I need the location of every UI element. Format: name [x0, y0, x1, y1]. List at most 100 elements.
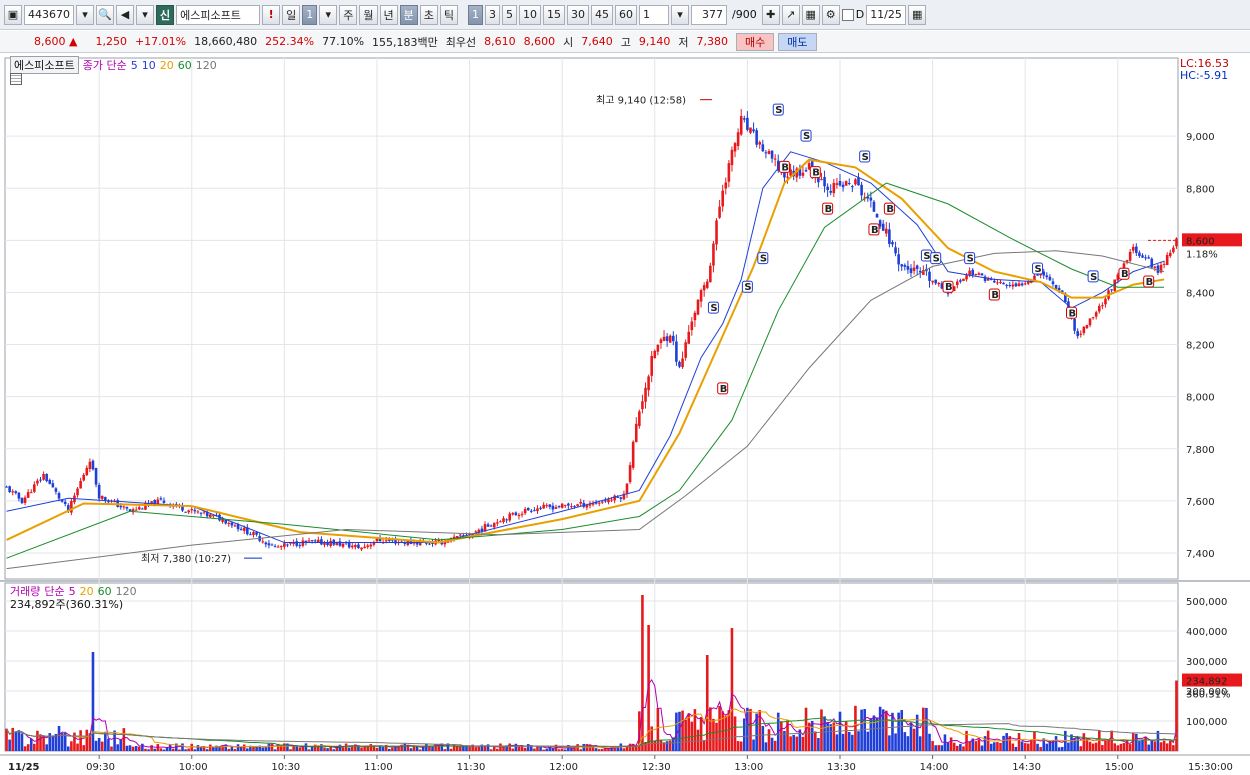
period-value[interactable]: 1 — [302, 4, 318, 25]
period-month-button[interactable]: 월 — [359, 4, 378, 25]
period-dropdown-icon[interactable]: ▾ — [319, 4, 338, 25]
volume-bar — [780, 721, 783, 751]
period-second-button[interactable]: 초 — [419, 4, 438, 25]
candle-body — [1172, 247, 1175, 253]
price-legend-name[interactable]: 에스피소프트 — [10, 56, 79, 74]
candle-body — [1165, 254, 1169, 266]
volume-bar — [761, 725, 765, 751]
window-icon[interactable]: ▣ — [4, 4, 22, 25]
volume-bar — [817, 738, 820, 751]
minute-option-10[interactable]: 10 — [519, 4, 541, 25]
minute-option-15[interactable]: 15 — [543, 4, 565, 25]
gear-icon[interactable]: ⚙ — [821, 4, 840, 25]
code-dropdown-icon[interactable]: ▾ — [76, 4, 94, 25]
candle-body — [39, 479, 42, 481]
signal-label: S — [1035, 264, 1042, 275]
candle-body — [187, 510, 190, 513]
volume-bar — [810, 720, 814, 751]
volume-bar — [641, 595, 644, 751]
custom-minute-dropdown-icon[interactable]: ▾ — [671, 4, 689, 25]
buy-button[interactable]: 매수 — [736, 32, 775, 51]
signal-label: B — [945, 282, 953, 293]
table-icon[interactable] — [10, 73, 22, 85]
candle-body — [499, 521, 502, 523]
volume-bar — [199, 747, 203, 751]
sell-button[interactable]: 매도 — [778, 32, 817, 51]
minute-option-30[interactable]: 30 — [567, 4, 589, 25]
candle-body — [702, 285, 706, 291]
bar-count-input[interactable]: 377 — [691, 4, 727, 25]
search-icon[interactable]: 🔍 — [96, 4, 114, 25]
candle-body — [659, 339, 663, 344]
minute-option-60[interactable]: 60 — [615, 4, 637, 25]
candle-body — [597, 502, 601, 504]
date-input[interactable]: 11/25 — [866, 4, 907, 25]
crosshair-icon[interactable]: ✚ — [761, 4, 780, 25]
alert-button[interactable]: ! — [262, 4, 281, 25]
chart-area[interactable]: 7,400 7,600 7,800 8,000 8,200 8,400 8,600 8,800… — [0, 55, 1250, 775]
stock-name-field[interactable]: 에스피소프트 — [176, 4, 261, 25]
candle-body — [208, 514, 212, 518]
volume-bar — [375, 747, 379, 751]
volume-bar — [542, 749, 545, 751]
candle-body — [1002, 282, 1005, 285]
candle-body — [474, 531, 478, 533]
current-price-label: 8,600 — [1186, 236, 1215, 247]
minute-option-3[interactable]: 3 — [485, 4, 500, 25]
volume-bar — [418, 749, 422, 751]
candle-body — [283, 543, 286, 547]
volume-bar — [989, 743, 993, 751]
candle-body — [1156, 265, 1160, 273]
candle-body — [860, 184, 863, 196]
volume-bar — [459, 746, 462, 751]
volume-bar — [134, 746, 138, 751]
signal-label: S — [967, 254, 974, 265]
period-day-button[interactable]: 일 — [282, 4, 301, 25]
best-bid: 8,600 — [523, 35, 556, 48]
time-axis-label: 14:00 — [920, 762, 949, 773]
candle-body — [1097, 305, 1101, 312]
candle-body — [730, 149, 734, 166]
speaker-icon[interactable]: ◀ — [116, 4, 134, 25]
stock-chart[interactable]: 7,400 7,600 7,800 8,000 8,200 8,400 8,600 8,800… — [0, 55, 1250, 775]
minute-option-5[interactable]: 5 — [502, 4, 517, 25]
period-minute-button[interactable]: 분 — [399, 4, 418, 25]
date-checkbox[interactable] — [841, 8, 854, 21]
candle-body — [653, 350, 657, 359]
volume-bar — [684, 719, 687, 751]
volume-bar — [974, 741, 978, 751]
price-axis-label: 7,600 — [1186, 497, 1215, 508]
speaker-dropdown-icon[interactable]: ▾ — [136, 4, 154, 25]
minute-option-45[interactable]: 45 — [591, 4, 613, 25]
volume-bar — [813, 731, 817, 751]
candle-body — [696, 299, 700, 315]
stock-code-input[interactable]: 443670 — [24, 4, 74, 25]
period-tick-button[interactable]: 틱 — [439, 4, 458, 25]
volume-bar — [709, 707, 712, 751]
volume-bar — [1079, 746, 1083, 751]
time-axis-label: 15:00 — [1105, 762, 1134, 773]
volume-bar — [307, 749, 311, 751]
period-year-button[interactable]: 년 — [379, 4, 398, 25]
time-axis-label: 10:30 — [271, 762, 300, 773]
draw-tool-icon[interactable]: ↗ — [781, 4, 800, 25]
save-icon[interactable]: ▦ — [801, 4, 820, 25]
signal-label: B — [871, 225, 879, 236]
candle-body — [903, 264, 907, 267]
candle-body — [891, 242, 894, 245]
candle-body — [384, 540, 388, 542]
calendar-icon[interactable]: ▦ — [908, 4, 927, 25]
candle-body — [545, 505, 549, 507]
candle-body — [11, 491, 15, 493]
custom-minute-input[interactable]: 1 — [639, 4, 669, 25]
period-week-button[interactable]: 주 — [339, 4, 358, 25]
candle-body — [125, 506, 129, 509]
volume-bar — [934, 745, 937, 751]
volume-bar — [511, 748, 515, 751]
volume-axis-label: 300,000 — [1186, 657, 1227, 668]
volume-bar — [925, 707, 928, 751]
volume-bar — [1039, 747, 1042, 751]
minute-option-1[interactable]: 1 — [468, 4, 483, 25]
volume-bar — [1175, 680, 1178, 751]
candle-body — [773, 158, 777, 160]
